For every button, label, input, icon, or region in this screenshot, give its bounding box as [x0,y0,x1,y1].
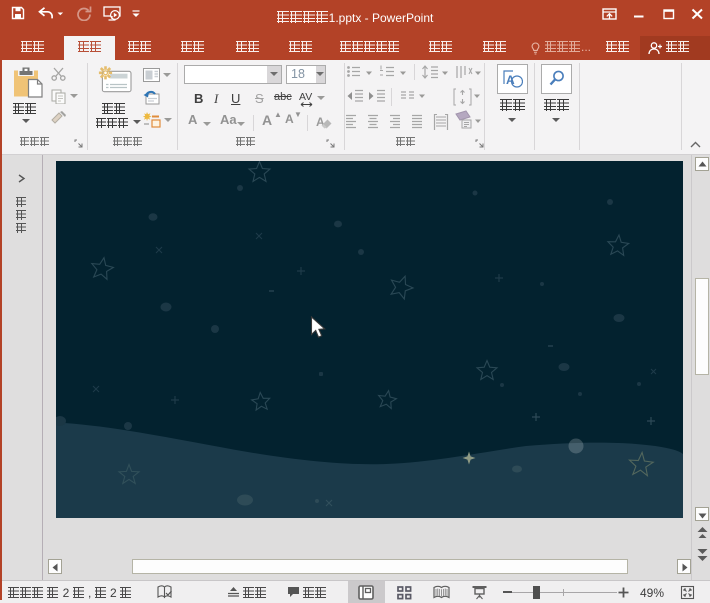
svg-text:A: A [506,73,515,87]
